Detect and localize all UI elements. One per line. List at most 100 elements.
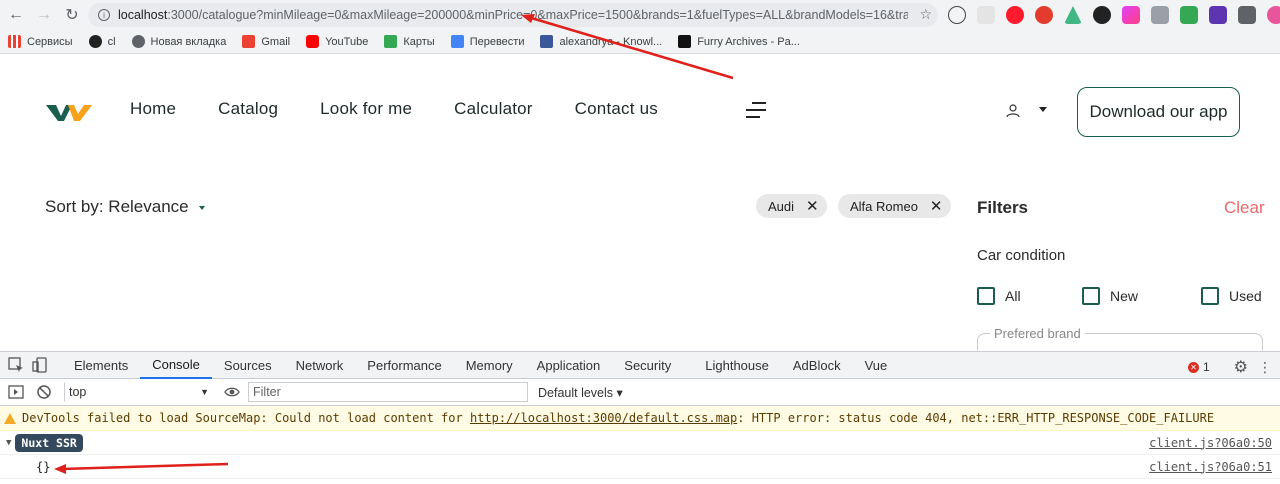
- extension-icon[interactable]: [1035, 6, 1053, 24]
- log-source-link[interactable]: client.js?06a0:51: [1149, 460, 1272, 474]
- user-menu-caret-icon[interactable]: [1039, 107, 1047, 112]
- bookmark-item[interactable]: YouTube: [306, 35, 368, 48]
- tab-memory[interactable]: Memory: [454, 352, 525, 379]
- bookmark-label: alexandrya - Knowl...: [559, 35, 663, 48]
- puzzle-icon[interactable]: [1238, 6, 1256, 24]
- warning-icon: [4, 412, 16, 424]
- filters-title: Filters: [977, 198, 1029, 217]
- address-bar[interactable]: i localhost:3000/catalogue?minMileage=0&…: [88, 3, 938, 27]
- extension-icon[interactable]: [1209, 6, 1227, 24]
- expand-triangle-icon[interactable]: ▼: [6, 438, 11, 448]
- more-options-icon[interactable]: ⋮: [1258, 359, 1272, 376]
- bookmark-label: Furry Archives - Pa...: [697, 35, 800, 48]
- bookmark-icon: [678, 35, 692, 48]
- devtools-panel: Elements Console Sources Network Perform…: [0, 351, 1280, 484]
- github-icon: [88, 35, 102, 48]
- sourcemap-link[interactable]: http://localhost:3000/default.css.map: [470, 411, 737, 425]
- clear-console-icon[interactable]: [36, 384, 52, 400]
- eye-icon[interactable]: [224, 384, 240, 400]
- tab-vue[interactable]: Vue: [853, 352, 900, 379]
- url-text: localhost:3000/catalogue?minMileage=0&ma…: [118, 8, 908, 22]
- checkbox-label: All: [1005, 288, 1021, 304]
- extension-icon[interactable]: [1064, 6, 1082, 24]
- gmail-icon: [242, 35, 256, 48]
- tab-sources[interactable]: Sources: [212, 352, 284, 379]
- nav-look-for-me[interactable]: Look for me: [320, 99, 412, 119]
- extension-icon[interactable]: [977, 6, 995, 24]
- sort-dropdown[interactable]: Sort by: Relevance: [45, 197, 205, 217]
- avatar[interactable]: [1267, 6, 1280, 24]
- bookmark-item[interactable]: cl: [88, 35, 116, 48]
- tab-adblock[interactable]: AdBlock: [781, 352, 853, 379]
- download-app-button[interactable]: Download our app: [1077, 87, 1240, 137]
- close-icon[interactable]: ✕: [930, 197, 943, 215]
- extension-icon[interactable]: [948, 6, 966, 24]
- condition-used[interactable]: Used: [1201, 287, 1262, 305]
- filter-chip-alfa-romeo: Alfa Romeo ✕: [838, 194, 951, 218]
- website: Home Catalog Look for me Calculator Cont…: [0, 55, 1280, 363]
- extension-icon[interactable]: [1180, 6, 1198, 24]
- sidebar-toggle-icon[interactable]: [8, 384, 24, 400]
- console-toolbar: top ▼ Filter Default levels ▾: [0, 379, 1280, 406]
- back-arrow-icon[interactable]: ←: [2, 1, 30, 29]
- tab-security[interactable]: Security: [612, 352, 683, 379]
- bookmark-item[interactable]: Сервисы: [8, 35, 73, 48]
- reload-icon[interactable]: ↻: [58, 1, 86, 29]
- tab-performance[interactable]: Performance: [355, 352, 453, 379]
- checkbox[interactable]: [1082, 287, 1100, 305]
- log-levels-dropdown[interactable]: Default levels ▾: [538, 385, 623, 400]
- bookmark-item[interactable]: Перевести: [450, 35, 524, 48]
- extension-icon[interactable]: [1122, 6, 1140, 24]
- log-source-link[interactable]: client.js?06a0:50: [1149, 436, 1272, 450]
- bookmark-item[interactable]: alexandrya - Knowl...: [540, 35, 662, 48]
- tab-elements[interactable]: Elements: [62, 352, 140, 379]
- nav-contact-us[interactable]: Contact us: [575, 99, 658, 119]
- device-toolbar-icon[interactable]: [32, 357, 48, 373]
- console-filter-input[interactable]: Filter: [248, 382, 528, 402]
- tab-console[interactable]: Console: [140, 352, 212, 379]
- console-log-row[interactable]: ▼ Nuxt SSR client.js?06a0:50: [0, 431, 1280, 455]
- clear-filters-link[interactable]: Clear: [1224, 198, 1265, 218]
- nav-home[interactable]: Home: [130, 99, 176, 119]
- forward-arrow-icon[interactable]: →: [30, 1, 58, 29]
- nuxt-ssr-badge: Nuxt SSR: [15, 433, 83, 452]
- extension-icon[interactable]: [1151, 6, 1169, 24]
- tab-network[interactable]: Network: [284, 352, 356, 379]
- bookmark-item[interactable]: Furry Archives - Pa...: [678, 35, 800, 48]
- close-icon[interactable]: ✕: [806, 197, 819, 215]
- condition-new[interactable]: New: [1082, 287, 1138, 305]
- chip-label: Audi: [768, 198, 795, 214]
- logo-icon[interactable]: [46, 102, 92, 122]
- tab-application[interactable]: Application: [525, 352, 613, 379]
- site-info-icon[interactable]: i: [98, 9, 110, 21]
- condition-all[interactable]: All: [977, 287, 1021, 305]
- gear-icon[interactable]: ⚙: [1234, 357, 1248, 377]
- checkbox[interactable]: [977, 287, 995, 305]
- bookmark-item[interactable]: Карты: [384, 35, 435, 48]
- extension-icon[interactable]: [1006, 6, 1024, 24]
- checkbox[interactable]: [1201, 287, 1219, 305]
- bookmark-item[interactable]: Новая вкладка: [131, 35, 227, 48]
- console-warning-row: DevTools failed to load SourceMap: Could…: [0, 406, 1280, 431]
- bookmark-label: YouTube: [325, 35, 369, 48]
- error-counter[interactable]: ✕ 1: [1187, 360, 1210, 374]
- hamburger-menu-icon[interactable]: [746, 102, 766, 123]
- bookmark-item[interactable]: Gmail: [242, 35, 290, 48]
- bookmark-label: Новая вкладка: [150, 35, 227, 48]
- console-log-row[interactable]: {} client.js?06a0:51: [0, 455, 1280, 479]
- user-icon[interactable]: [1006, 104, 1020, 118]
- extension-icon[interactable]: [1093, 6, 1111, 24]
- filter-chip-audi: Audi ✕: [756, 194, 827, 218]
- globe-icon: [131, 35, 145, 48]
- nav-catalog[interactable]: Catalog: [218, 99, 278, 119]
- chip-label: Alfa Romeo: [850, 198, 918, 214]
- tab-lighthouse[interactable]: Lighthouse: [693, 352, 781, 379]
- translate-icon: [450, 35, 464, 48]
- sort-label: Sort by: Relevance: [45, 197, 189, 216]
- inspect-element-icon[interactable]: [8, 357, 24, 373]
- bookmark-label: Сервисы: [27, 35, 73, 48]
- youtube-icon: [306, 35, 320, 48]
- nav-calculator[interactable]: Calculator: [454, 99, 533, 119]
- context-selector[interactable]: top ▼: [64, 382, 214, 402]
- bookmark-star-icon[interactable]: ☆: [919, 6, 932, 23]
